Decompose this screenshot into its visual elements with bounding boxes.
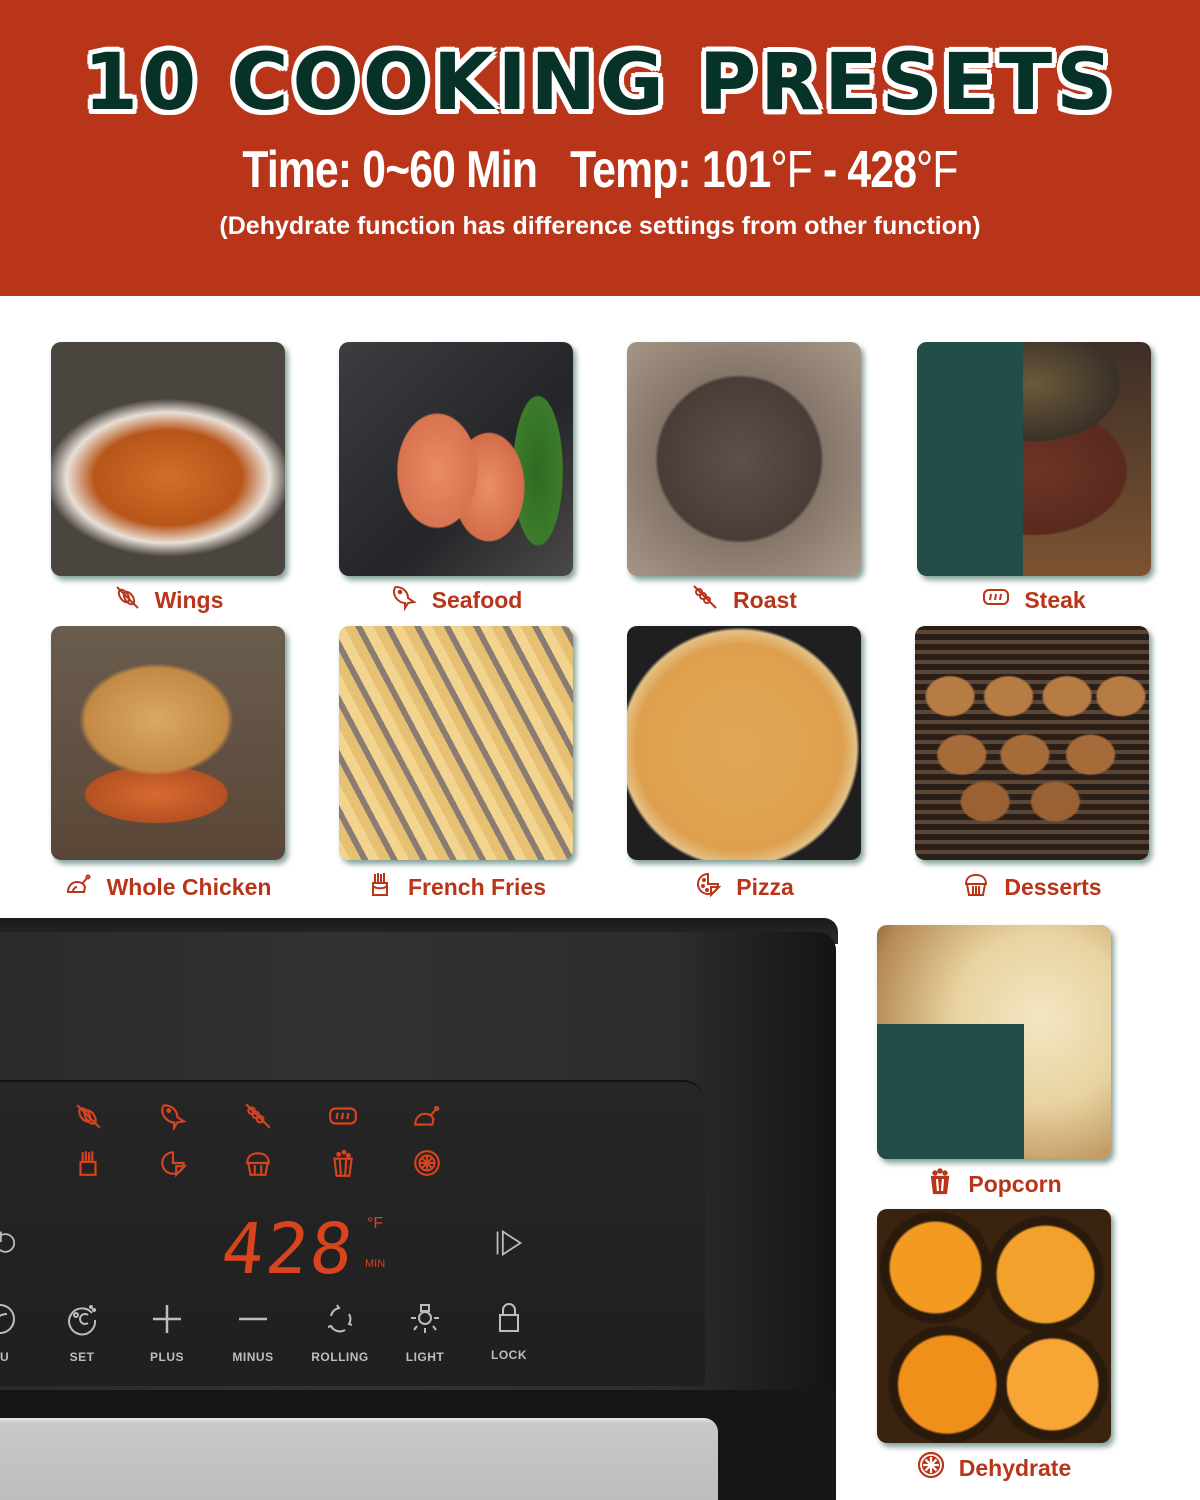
rolling-button[interactable]: ROLLING [305, 1302, 375, 1364]
minus-button[interactable]: MINUS [218, 1302, 288, 1364]
temp-prefix: Temp: [570, 141, 702, 199]
lock-button[interactable]: LOCK [474, 1300, 544, 1362]
led-display: 428 [217, 1208, 359, 1290]
panel-pizza-icon[interactable] [158, 1148, 188, 1178]
panel-fish-icon[interactable] [158, 1101, 188, 1132]
header-banner: 10 COOKING PRESETS Time: 0~60 Min Temp: … [0, 0, 1200, 296]
lock-icon [499, 1303, 519, 1332]
panel-muffin-icon[interactable] [243, 1148, 273, 1178]
temp-high: 428 [847, 141, 917, 199]
minus-icon [239, 1317, 267, 1321]
preset-label-whole-chicken: Whole Chicken [40, 870, 296, 904]
fryer-basket [0, 1418, 718, 1500]
green-placeholder-block [877, 1024, 1024, 1159]
light-icon [411, 1304, 439, 1333]
menu-button[interactable]: NU [0, 1302, 35, 1364]
preset-label-roast: Roast [627, 583, 861, 617]
skewer-icon [691, 583, 719, 617]
panel-chicken-icon[interactable] [412, 1101, 442, 1131]
time-range: Time: 0~60 Min [242, 141, 538, 199]
temp-low: 101 [701, 141, 772, 199]
power-icon[interactable] [0, 1228, 18, 1262]
preset-card-popcorn [877, 925, 1111, 1159]
set-button[interactable]: SET [47, 1302, 117, 1364]
preset-card-wings [51, 342, 285, 576]
panel-steak-icon[interactable] [328, 1101, 358, 1131]
light-button[interactable]: LIGHT [390, 1302, 460, 1364]
panel-fries-icon[interactable] [73, 1148, 103, 1178]
chicken-icon [65, 870, 93, 904]
temp-unit-low: °F [770, 141, 813, 199]
start-pause-icon[interactable] [494, 1228, 528, 1260]
popcorn-icon [926, 1167, 954, 1201]
preset-label-seafood: Seafood [339, 583, 573, 617]
panel-popcorn-icon[interactable] [328, 1148, 358, 1178]
preset-card-french-fries [339, 626, 573, 860]
air-fryer-device [0, 918, 838, 1500]
panel-skewer-icon[interactable] [243, 1101, 273, 1131]
temp-separator: - [811, 141, 848, 199]
preset-card-dehydrate [877, 1209, 1111, 1443]
preset-label-desserts: Desserts [915, 870, 1149, 904]
plus-button[interactable]: PLUS [132, 1302, 202, 1364]
preset-card-seafood [339, 342, 573, 576]
panel-orange-slice-icon[interactable] [412, 1148, 442, 1178]
orange-slice-icon [917, 1451, 945, 1485]
temp-unit-high: °F [916, 141, 958, 199]
green-placeholder-block [917, 342, 1023, 576]
preset-label-dehydrate: Dehydrate [877, 1451, 1111, 1485]
led-unit-temp: °F [367, 1215, 384, 1232]
time-temp-range: Time: 0~60 Min Temp: 101°F - 428°F [108, 140, 1092, 200]
muffin-icon [962, 870, 990, 904]
preset-label-french-fries: French Fries [339, 870, 573, 904]
fish-icon [390, 583, 418, 617]
fries-icon [366, 870, 394, 904]
panel-wings-icon[interactable] [73, 1101, 103, 1131]
rolling-icon [327, 1304, 353, 1333]
menu-icon [0, 1304, 15, 1334]
dehydrate-note: (Dehydrate function has difference setti… [219, 212, 981, 240]
preset-label-wings: Wings [51, 583, 285, 617]
wings-icon [113, 583, 141, 617]
preset-card-desserts [915, 626, 1149, 860]
preset-label-steak: Steak [917, 583, 1151, 617]
pizza-icon [694, 870, 722, 904]
plus-icon [153, 1305, 181, 1333]
preset-card-roast [627, 342, 861, 576]
preset-label-pizza: Pizza [627, 870, 861, 904]
steak-icon [982, 583, 1010, 617]
set-temp-icon [68, 1305, 97, 1336]
preset-label-popcorn: Popcorn [877, 1167, 1111, 1201]
preset-card-whole-chicken [51, 626, 285, 860]
preset-card-pizza [627, 626, 861, 860]
page-title: 10 COOKING PRESETS [83, 38, 1117, 128]
led-unit-time: MIN [365, 1258, 386, 1270]
preset-card-steak [917, 342, 1151, 576]
